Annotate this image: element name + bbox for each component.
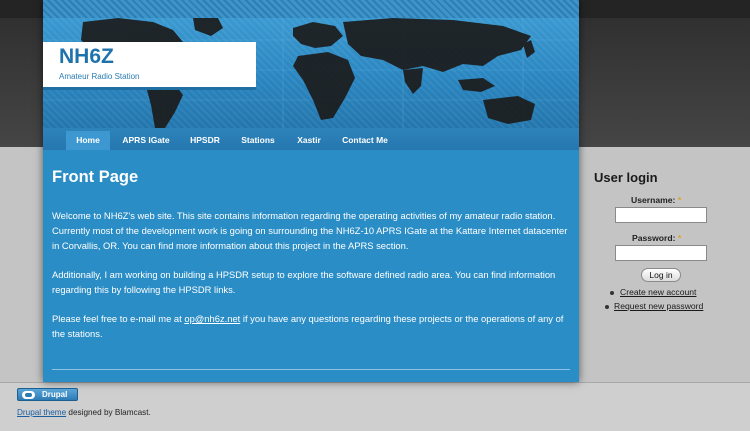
hpsdr-paragraph: Additionally, I am working on building a… bbox=[52, 269, 556, 295]
required-marker: * bbox=[677, 195, 682, 205]
drupal-badge-text: Drupal bbox=[42, 390, 68, 399]
create-account-link[interactable]: Create new account bbox=[620, 287, 696, 297]
site-logo-box[interactable]: NH6Z Amateur Radio Station bbox=[43, 42, 256, 90]
site-header: NH6Z Amateur Radio Station bbox=[43, 0, 579, 128]
nav-item-home[interactable]: Home bbox=[66, 131, 110, 150]
drupal-theme-link[interactable]: Drupal theme bbox=[17, 408, 66, 417]
drupal-badge[interactable]: Drupal bbox=[17, 388, 78, 401]
site-name[interactable]: NH6Z bbox=[59, 45, 114, 69]
login-button[interactable]: Log in bbox=[641, 268, 681, 282]
username-input[interactable] bbox=[615, 207, 707, 223]
password-input[interactable] bbox=[615, 245, 707, 261]
page-title: Front Page bbox=[52, 168, 139, 186]
nav-item-hpsdr[interactable]: HPSDR bbox=[183, 131, 227, 150]
required-marker: * bbox=[677, 233, 682, 243]
footer-credit: Drupal theme designed by Blamcast. bbox=[17, 408, 151, 417]
contact-text-before: Please feel free to e-mail me at bbox=[52, 313, 185, 324]
bullet-icon bbox=[610, 291, 614, 295]
nav-item-xastir[interactable]: Xastir bbox=[289, 131, 329, 150]
user-login-title: User login bbox=[594, 170, 658, 185]
nav-item-stations[interactable]: Stations bbox=[234, 131, 282, 150]
bullet-icon bbox=[605, 305, 609, 309]
credit-text: designed by Blamcast. bbox=[66, 408, 151, 417]
nav-item-aprs-igate[interactable]: APRS IGate bbox=[115, 131, 177, 150]
content-divider bbox=[52, 369, 570, 370]
site-slogan: Amateur Radio Station bbox=[59, 72, 140, 81]
email-link[interactable]: op@nh6z.net bbox=[184, 313, 240, 324]
primary-nav: Home APRS IGate HPSDR Stations Xastir Co… bbox=[43, 128, 579, 150]
main-page-column: NH6Z Amateur Radio Station Home APRS IGa… bbox=[43, 0, 579, 382]
username-label-text: Username: bbox=[631, 195, 676, 205]
content-area: Front Page Welcome to NH6Z's web site. T… bbox=[43, 150, 579, 382]
footer-band bbox=[0, 382, 750, 431]
drupal-drop-icon bbox=[22, 391, 35, 399]
contact-paragraph: Please feel free to e-mail me at op@nh6z… bbox=[52, 311, 574, 341]
password-label: Password: * bbox=[632, 233, 681, 243]
welcome-paragraph: Welcome to NH6Z's web site. This site co… bbox=[52, 210, 568, 251]
username-label: Username: * bbox=[631, 195, 681, 205]
request-password-link[interactable]: Request new password bbox=[614, 301, 703, 311]
password-label-text: Password: bbox=[632, 233, 676, 243]
nav-item-contact-me[interactable]: Contact Me bbox=[336, 131, 394, 150]
